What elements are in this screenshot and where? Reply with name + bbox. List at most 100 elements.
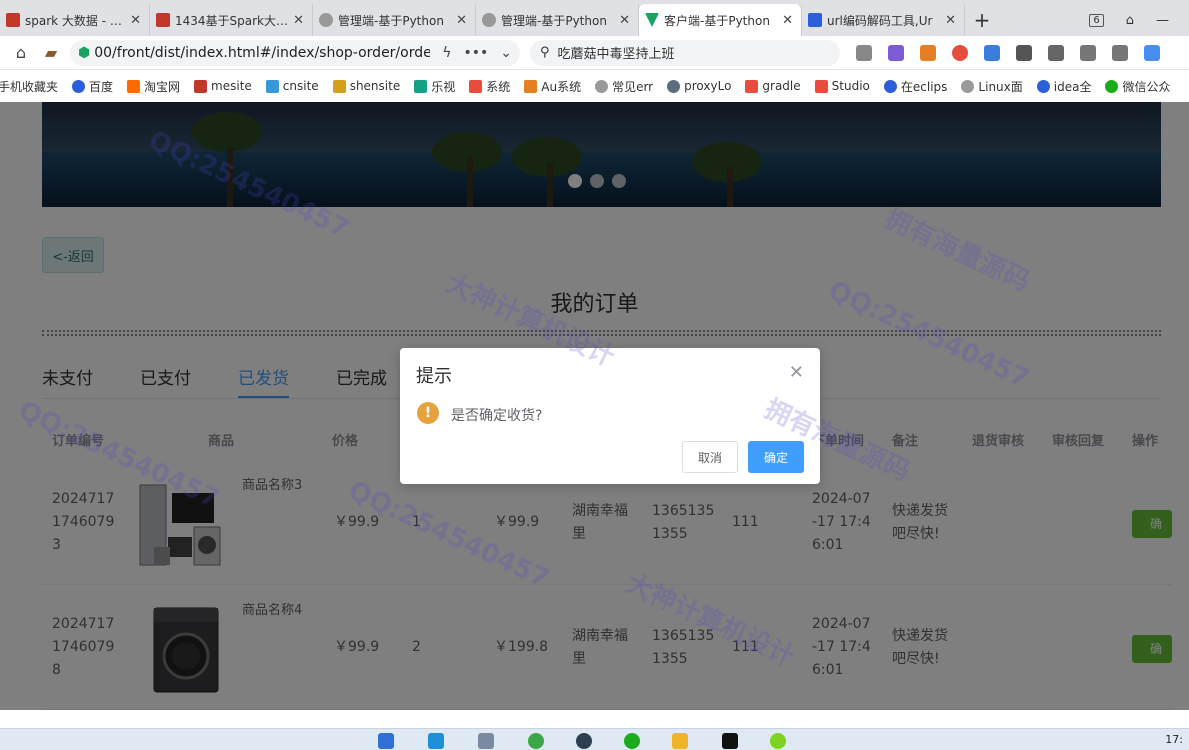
bookmark-icon	[814, 79, 828, 93]
bookmark-item[interactable]: cnsite	[265, 79, 319, 93]
pycharm-icon[interactable]	[722, 733, 738, 749]
tab-title: 客户端-基于Python	[664, 13, 770, 28]
game-icon[interactable]	[920, 44, 936, 61]
bookmark-icon	[265, 79, 279, 93]
weibo-icon[interactable]	[952, 44, 968, 61]
bookmarks-bar: 手机收藏夹 百度 淘宝网 mesite cnsite shensite 乐视 系…	[0, 70, 1189, 102]
tab-favicon-icon	[482, 13, 496, 27]
search-text: 吃蘑菇中毒坚持上班	[557, 47, 675, 62]
minimize-icon[interactable]: —	[1156, 13, 1169, 28]
tab-favicon-icon	[808, 13, 822, 27]
undo-icon[interactable]	[1112, 44, 1128, 61]
browser-tab-active[interactable]: 客户端-基于Python ✕	[639, 4, 802, 36]
taskbar-app-icon[interactable]	[428, 733, 444, 749]
address-bar: ⌂ ▰ ⬢ 00/front/dist/index.html#/index/sh…	[0, 36, 1189, 70]
taobao-icon	[127, 79, 141, 93]
taskbar-app-icon[interactable]	[576, 733, 592, 749]
tab-title: 管理端-基于Python	[338, 13, 444, 28]
bookmark-icon	[745, 79, 759, 93]
bookmark-item[interactable]: 乐视	[414, 78, 455, 95]
wechat-icon	[1105, 79, 1119, 93]
bookmark-item[interactable]: Au系统	[524, 78, 581, 95]
taskbar-app-icon[interactable]	[528, 733, 544, 749]
bookmark-item[interactable]: 淘宝网	[127, 78, 180, 95]
windows-start-icon[interactable]	[378, 733, 394, 749]
puzzle-icon[interactable]	[1048, 44, 1064, 61]
taskbar-app-icon[interactable]	[770, 733, 786, 749]
close-icon[interactable]: ✕	[789, 362, 804, 383]
bookmark-item[interactable]: 百度	[72, 78, 113, 95]
baidu-icon	[883, 79, 897, 93]
cancel-button[interactable]: 取消	[682, 441, 738, 473]
bookmark-item[interactable]: 在eclips	[883, 78, 947, 95]
wechat-icon[interactable]	[624, 733, 640, 749]
bookmark-icon	[469, 79, 483, 93]
baidu-icon	[72, 79, 86, 93]
browser-tab[interactable]: url编码解码工具,Ur ✕	[802, 4, 965, 36]
download-icon[interactable]	[1080, 44, 1096, 61]
shield-icon: ⬢	[78, 44, 91, 61]
globe-icon	[961, 79, 975, 93]
extension-icons	[856, 44, 1160, 61]
dialog-message: 是否确定收货?	[451, 408, 543, 424]
close-icon[interactable]: ✕	[293, 13, 304, 28]
bookmark-item[interactable]: mesite	[194, 79, 252, 93]
bookmark-icon	[524, 79, 538, 93]
close-icon[interactable]: ✕	[782, 13, 793, 28]
confirm-button[interactable]: 确定	[748, 441, 804, 473]
tab-title: spark 大数据 - 计算	[25, 13, 127, 28]
tab-favicon-icon	[319, 13, 333, 27]
tab-title: url编码解码工具,Ur	[827, 13, 933, 28]
browser-tab[interactable]: spark 大数据 - 计算 ✕	[0, 4, 150, 36]
tab-favicon-icon	[6, 13, 20, 27]
search-icon: ⚲	[540, 45, 550, 60]
url-field[interactable]: ⬢ 00/front/dist/index.html#/index/shop-o…	[70, 39, 520, 66]
bookmark-item[interactable]: Studio	[814, 79, 870, 93]
mail-icon[interactable]	[984, 44, 1000, 61]
browser-tab-bar: spark 大数据 - 计算 ✕ 1434基于Spark大数据 ✕ 管理端-基于…	[0, 0, 1189, 36]
more-icon[interactable]: •••	[463, 45, 488, 61]
bookmark-item[interactable]: gradle	[745, 79, 801, 93]
home-button[interactable]: ⌂	[6, 38, 36, 68]
close-icon[interactable]: ✕	[945, 13, 956, 28]
bookmark-item[interactable]: shensite	[332, 79, 400, 93]
window-controls: 6 ⌂ —	[1089, 4, 1189, 36]
browser-tab[interactable]: 管理端-基于Python ✕	[313, 4, 476, 36]
tab-favicon-icon	[156, 13, 170, 27]
bookmark-item[interactable]: 微信公众	[1105, 78, 1170, 95]
bookmark-item[interactable]: 常见err	[595, 78, 653, 95]
taskbar-app-icon[interactable]	[478, 733, 494, 749]
bookmark-item[interactable]: idea全	[1036, 78, 1091, 95]
browser-tab[interactable]: 1434基于Spark大数据 ✕	[150, 4, 313, 36]
close-icon[interactable]: ✕	[456, 13, 467, 28]
lightning-icon[interactable]: ϟ	[442, 45, 451, 61]
bookmark-icon	[332, 79, 346, 93]
browser-tab[interactable]: 管理端-基于Python ✕	[476, 4, 639, 36]
bookmark-item[interactable]: 系统	[469, 78, 510, 95]
tv-icon	[414, 79, 428, 93]
scissors-icon[interactable]	[856, 44, 872, 61]
url-text: 00/front/dist/index.html#/index/shop-ord…	[94, 44, 431, 61]
folder-icon[interactable]	[672, 733, 688, 749]
chevron-down-icon[interactable]: ⌄	[500, 45, 512, 61]
tab-count-badge[interactable]: 6	[1089, 13, 1104, 27]
confirm-dialog: 提示 ✕ ! 是否确定收货? 取消 确定	[400, 348, 820, 484]
pin-icon[interactable]: ⌂	[1126, 13, 1134, 28]
globe-icon	[595, 79, 609, 93]
vue-logo-icon	[645, 13, 659, 27]
extension-bag-icon[interactable]: ▰	[36, 38, 66, 68]
bookmark-item[interactable]: 手机收藏夹	[0, 78, 58, 95]
taskbar-clock[interactable]: 17:	[1165, 733, 1183, 746]
ai-icon[interactable]	[1144, 44, 1160, 61]
warning-icon: !	[417, 402, 439, 424]
close-icon[interactable]: ✕	[130, 13, 141, 28]
wallet-icon[interactable]	[1016, 44, 1032, 61]
bookmark-item[interactable]: proxyLo	[667, 79, 731, 93]
new-tab-button[interactable]: +	[965, 4, 999, 36]
close-icon[interactable]: ✕	[619, 13, 630, 28]
dialog-title: 提示	[416, 366, 452, 387]
translate-icon[interactable]	[888, 44, 904, 61]
os-taskbar: 17:	[0, 728, 1189, 750]
search-input[interactable]: ⚲ 吃蘑菇中毒坚持上班	[530, 39, 840, 66]
bookmark-item[interactable]: Linux面	[961, 78, 1023, 95]
